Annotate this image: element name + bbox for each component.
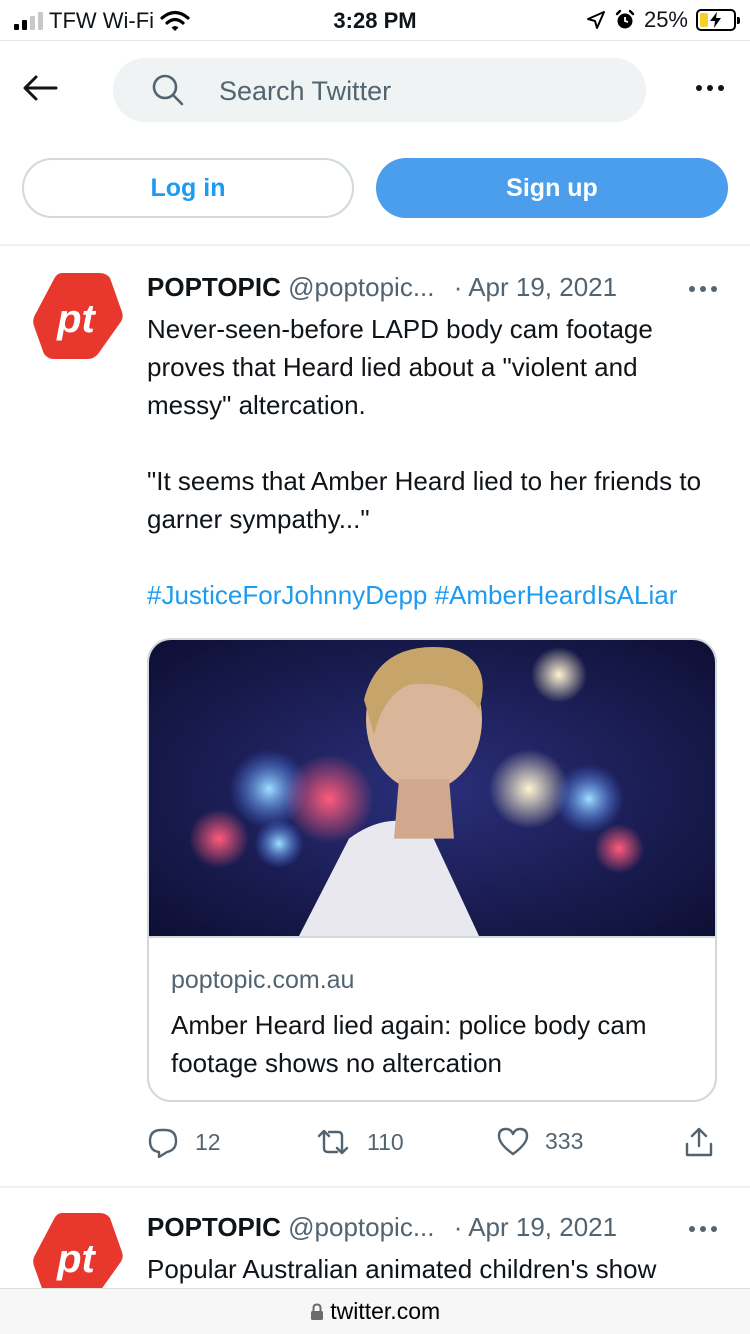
avatar[interactable]: pt <box>32 1210 124 1288</box>
tweet-date[interactable]: Apr 19, 2021 <box>468 1212 617 1242</box>
url-display: twitter.com <box>310 1298 440 1324</box>
tweet-actions: 12 110 333 <box>147 1126 727 1166</box>
tweet-more-button[interactable] <box>689 286 717 292</box>
signup-button[interactable]: Sign up <box>376 158 728 218</box>
tweet-header: POPTOPIC @poptopic... · Apr 19, 2021 <box>147 272 727 306</box>
status-bar: TFW Wi-Fi 3:28 PM 25% <box>0 0 750 40</box>
more-options-button[interactable] <box>696 85 724 91</box>
tweet-more-button[interactable] <box>689 1226 717 1232</box>
alarm-icon <box>615 9 635 29</box>
retweet-icon <box>317 1129 349 1155</box>
location-arrow-icon <box>586 11 605 29</box>
link-card[interactable]: poptopic.com.au Amber Heard lied again: … <box>147 638 717 1102</box>
header-separator: · <box>453 1212 463 1242</box>
tweet-text-paragraph: "It seems that Amber Heard lied to her f… <box>147 466 702 534</box>
heart-icon <box>497 1127 529 1156</box>
card-title: Amber Heard lied again: police body cam … <box>171 1010 647 1078</box>
share-icon <box>685 1127 713 1157</box>
tweet-date[interactable]: Apr 19, 2021 <box>468 272 617 302</box>
search-icon <box>152 74 184 106</box>
author-name[interactable]: POPTOPIC <box>147 1212 281 1242</box>
divider <box>0 244 750 246</box>
avatar-text: pt <box>56 1237 96 1281</box>
reply-count: 12 <box>195 1128 221 1155</box>
battery-percent: 25% <box>643 7 688 32</box>
search-placeholder: Search Twitter <box>219 76 392 106</box>
share-button[interactable] <box>683 1126 715 1158</box>
tweet-text-paragraph: Popular Australian animated children's s… <box>147 1254 657 1284</box>
avatar-text: pt <box>56 297 96 341</box>
tweet-hashtags[interactable]: #JusticeForJohnnyDepp #AmberHeardIsALiar <box>147 576 722 614</box>
reply-icon <box>148 1128 178 1158</box>
status-right: 25% <box>586 7 740 33</box>
browser-url-bar[interactable]: twitter.com <box>0 1288 750 1334</box>
like-count: 333 <box>545 1127 584 1154</box>
retweet-count: 110 <box>367 1128 404 1155</box>
arrow-left-icon <box>23 75 58 101</box>
author-handle[interactable]: @poptopic... <box>288 272 434 302</box>
top-nav: Search Twitter <box>0 40 750 140</box>
auth-row: Log in Sign up <box>0 158 750 222</box>
url-text: twitter.com <box>330 1298 441 1324</box>
tweet[interactable]: pt POPTOPIC @poptopic... · Apr 19, 2021 … <box>0 1210 750 1288</box>
header-separator: · <box>453 272 463 302</box>
divider <box>0 1186 750 1188</box>
reply-button[interactable]: 12 <box>147 1126 221 1158</box>
card-image[interactable] <box>149 640 715 938</box>
login-button[interactable]: Log in <box>22 158 354 218</box>
tweet[interactable]: pt POPTOPIC @poptopic... · Apr 19, 2021 … <box>0 270 750 1186</box>
back-button[interactable] <box>22 75 60 109</box>
author-name[interactable]: POPTOPIC <box>147 272 281 302</box>
card-domain: poptopic.com.au <box>171 966 355 994</box>
retweet-button[interactable]: 110 <box>315 1126 404 1158</box>
tweet-header: POPTOPIC @poptopic... · Apr 19, 2021 <box>147 1212 727 1246</box>
battery-charging-icon <box>696 9 740 31</box>
like-button[interactable]: 333 <box>497 1126 583 1156</box>
author-handle[interactable]: @poptopic... <box>288 1212 434 1242</box>
tweet-text-paragraph: Never-seen-before LAPD body cam footage … <box>147 314 653 420</box>
avatar[interactable]: pt <box>32 270 124 362</box>
search-input[interactable]: Search Twitter <box>113 58 646 122</box>
lock-icon <box>310 1303 323 1320</box>
